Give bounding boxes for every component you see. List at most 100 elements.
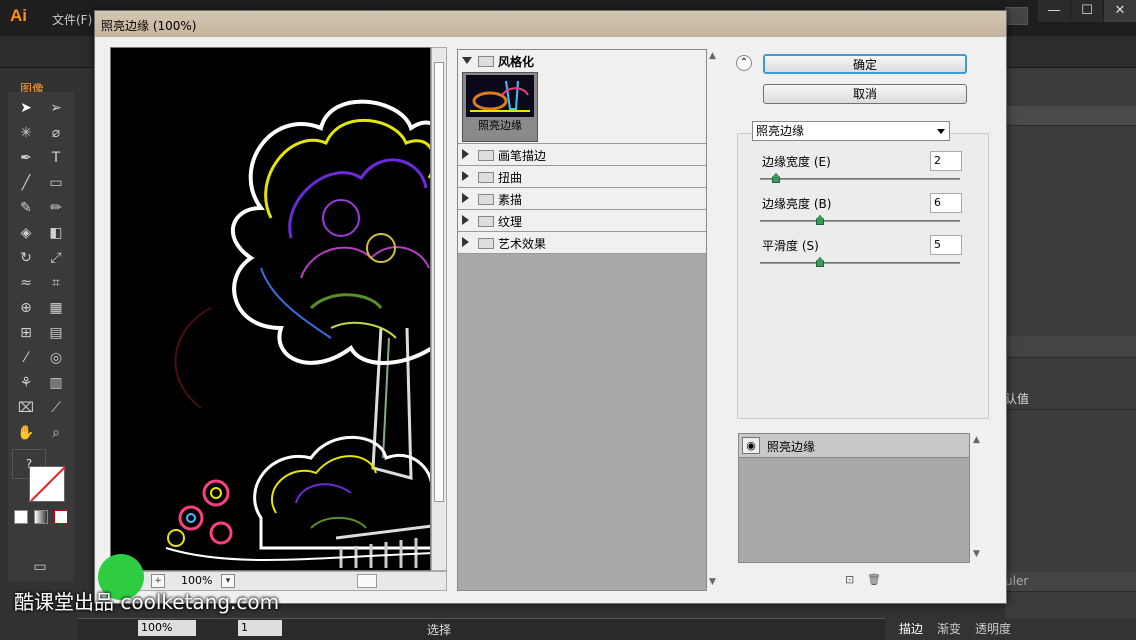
eyedropper-tool-icon[interactable]: ⁄ xyxy=(14,347,38,369)
status-zoom-select[interactable]: 100% xyxy=(138,620,196,636)
edge-width-label: 边缘宽度 (E) xyxy=(762,155,831,169)
category-artistic[interactable]: 艺术效果 xyxy=(458,232,706,254)
collapse-gallery-chevron-up-icon[interactable]: ⌃ xyxy=(736,55,752,71)
effect-layer-row[interactable]: ◉ 照亮边缘 xyxy=(739,434,969,458)
smoothness-slider-track[interactable] xyxy=(760,262,960,264)
rotate-tool-icon[interactable]: ↻ xyxy=(14,247,38,269)
symbol-sprayer-tool-icon[interactable]: ⚘ xyxy=(14,372,38,394)
scale-tool-icon[interactable]: ⤢ xyxy=(44,247,68,269)
scroll-up-arrow-icon[interactable]: ▲ xyxy=(973,435,980,445)
collapsed-triangle-icon[interactable] xyxy=(462,149,469,159)
tools-panel: ➤ ➢ ✳ ⌀ ✒ T ╱ ▭ ✎ ✏ ◈ ◧ ↻ ⤢ ≈ ⌗ ⊕ ▦ ⊞ ▤ … xyxy=(8,92,74,582)
delete-effect-layer-icon[interactable]: 🗑 xyxy=(867,573,881,586)
cancel-button[interactable]: 取消 xyxy=(763,84,967,104)
ok-button[interactable]: 确定 xyxy=(763,54,967,74)
pencil-tool-icon[interactable]: ✏ xyxy=(44,197,68,219)
tab-gradient[interactable]: 渐变 xyxy=(937,620,961,637)
effect-layers-list: ◉ 照亮边缘 xyxy=(738,433,970,563)
screen-mode-icon[interactable]: ▭ xyxy=(28,556,52,578)
expanded-triangle-icon[interactable] xyxy=(462,57,472,64)
edge-width-slider-track[interactable] xyxy=(760,178,960,180)
edge-brightness-slider-track[interactable] xyxy=(760,220,960,222)
color-mode-icon[interactable] xyxy=(14,510,28,524)
category-stylize[interactable]: 风格化 xyxy=(458,50,706,70)
slice-tool-icon[interactable]: ⟋ xyxy=(44,397,68,419)
collapsed-triangle-icon[interactable] xyxy=(462,237,469,247)
layer-row[interactable] xyxy=(1005,106,1136,126)
category-texture[interactable]: 纹理 xyxy=(458,210,706,232)
status-bar xyxy=(78,618,885,640)
filter-gallery-dialog: 照亮边缘 (100%) + 100% ▾ 风格化 照亮边缘 画笔描边 扭曲 素描… xyxy=(94,10,1007,604)
artboard-tool-icon[interactable]: ⌧ xyxy=(14,397,38,419)
magic-wand-tool-icon[interactable]: ✳ xyxy=(14,122,38,144)
line-tool-icon[interactable]: ╱ xyxy=(14,172,38,194)
column-graph-tool-icon[interactable]: ▥ xyxy=(44,372,68,394)
category-label: 纹理 xyxy=(498,215,523,229)
gradient-mode-icon[interactable] xyxy=(34,510,48,524)
filter-type-select[interactable]: 照亮边缘 xyxy=(752,121,950,141)
edge-width-input[interactable]: 2 xyxy=(930,151,962,171)
shape-builder-tool-icon[interactable]: ⊕ xyxy=(14,297,38,319)
preview-vscroll-thumb[interactable] xyxy=(434,62,444,502)
hand-tool-icon[interactable]: ✋ xyxy=(14,422,38,444)
effect-layer-label: 照亮边缘 xyxy=(767,440,816,454)
zoom-tool-icon[interactable]: ⌕ xyxy=(44,422,68,444)
app-search-box[interactable] xyxy=(1005,7,1028,25)
status-current-tool: 选择 xyxy=(427,623,452,637)
dialog-titlebar[interactable]: 照亮边缘 (100%) xyxy=(95,11,1006,37)
window-maximize-button[interactable]: ☐ xyxy=(1071,0,1103,22)
category-label: 素描 xyxy=(498,193,523,207)
collapsed-triangle-icon[interactable] xyxy=(462,215,469,225)
right-panel-dock: 认值 uler xyxy=(1005,68,1136,628)
selection-tool-icon[interactable]: ➤ xyxy=(14,97,38,119)
menu-file[interactable]: 文件(F) xyxy=(52,11,92,28)
direct-selection-tool-icon[interactable]: ➢ xyxy=(44,97,68,119)
free-transform-tool-icon[interactable]: ⌗ xyxy=(44,272,68,294)
status-page-select[interactable]: 1 xyxy=(238,620,282,636)
lasso-tool-icon[interactable]: ⌀ xyxy=(44,122,68,144)
type-tool-icon[interactable]: T xyxy=(44,147,68,169)
blob-brush-tool-icon[interactable]: ◈ xyxy=(14,222,38,244)
none-mode-icon[interactable] xyxy=(54,510,68,524)
visibility-eye-icon[interactable]: ◉ xyxy=(742,437,760,454)
dialog-title: 照亮边缘 (100%) xyxy=(101,19,197,33)
category-sketch[interactable]: 素描 xyxy=(458,188,706,210)
panel-row[interactable] xyxy=(1005,336,1136,358)
scroll-down-arrow-icon[interactable]: ▼ xyxy=(973,549,980,559)
effect-preview-canvas[interactable] xyxy=(110,47,431,571)
category-distort[interactable]: 扭曲 xyxy=(458,166,706,188)
scroll-down-arrow-icon[interactable]: ▼ xyxy=(709,577,716,587)
new-effect-layer-icon[interactable]: ⊡ xyxy=(845,573,857,586)
mesh-tool-icon[interactable]: ⊞ xyxy=(14,322,38,344)
window-close-button[interactable]: ✕ xyxy=(1104,0,1136,22)
category-label: 扭曲 xyxy=(498,171,523,185)
tab-transparency[interactable]: 透明度 xyxy=(975,620,1011,637)
collapsed-triangle-icon[interactable] xyxy=(462,171,469,181)
collapsed-triangle-icon[interactable] xyxy=(462,193,469,203)
eraser-tool-icon[interactable]: ◧ xyxy=(44,222,68,244)
filter-thumbnail-image xyxy=(466,75,534,117)
effect-layers-scrollbar[interactable]: ▲ ▼ xyxy=(971,433,985,563)
category-brush-strokes[interactable]: 画笔描边 xyxy=(458,144,706,166)
smoothness-input[interactable]: 5 xyxy=(930,235,962,255)
gradient-tool-icon[interactable]: ▤ xyxy=(44,322,68,344)
window-minimize-button[interactable]: — xyxy=(1038,0,1070,22)
perspective-grid-tool-icon[interactable]: ▦ xyxy=(44,297,68,319)
tab-stroke[interactable]: 描边 xyxy=(899,620,923,637)
blend-tool-icon[interactable]: ◎ xyxy=(44,347,68,369)
folder-icon xyxy=(478,216,494,227)
pen-tool-icon[interactable]: ✒ xyxy=(14,147,38,169)
stroke-none-swatch-icon[interactable] xyxy=(29,466,65,502)
filter-gallery-list: 风格化 照亮边缘 画笔描边 扭曲 素描 纹理 艺术效果 xyxy=(457,49,707,591)
preview-hscroll-thumb[interactable] xyxy=(357,574,377,588)
edge-brightness-input[interactable]: 6 xyxy=(930,193,962,213)
folder-icon xyxy=(478,56,494,67)
gallery-scrollbar[interactable]: ▲ ▼ xyxy=(707,49,721,591)
paintbrush-tool-icon[interactable]: ✎ xyxy=(14,197,38,219)
filter-thumbnail-glowing-edges[interactable]: 照亮边缘 xyxy=(462,72,538,142)
scroll-up-arrow-icon[interactable]: ▲ xyxy=(709,51,716,61)
warp-tool-icon[interactable]: ≈ xyxy=(14,272,38,294)
stylize-filter-thumbnails: 照亮边缘 xyxy=(458,70,706,144)
preview-vertical-scrollbar[interactable] xyxy=(431,47,447,571)
rectangle-tool-icon[interactable]: ▭ xyxy=(44,172,68,194)
